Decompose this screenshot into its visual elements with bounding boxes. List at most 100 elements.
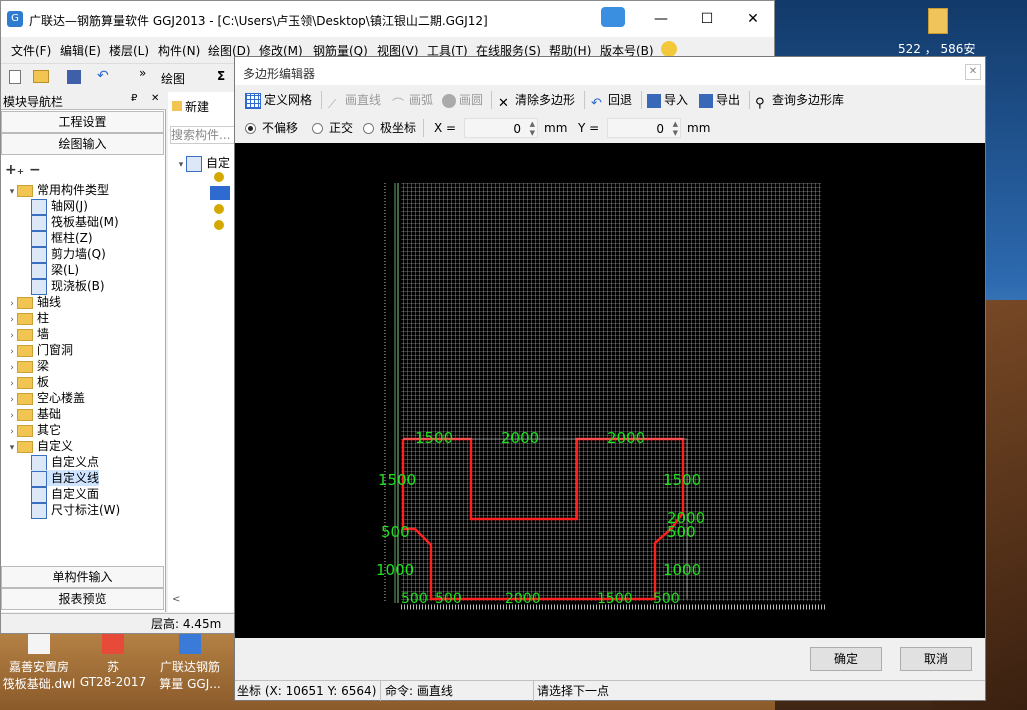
nav-report-button[interactable]: 报表预览 <box>1 588 164 610</box>
undo-icon: ↶ <box>591 95 602 111</box>
undo-icon[interactable]: ↶ <box>97 68 109 84</box>
custom-tree-root[interactable]: ▾ 自定 <box>176 154 230 172</box>
tree-folder[interactable]: › 空心楼盖 <box>7 390 85 406</box>
collapse-icon[interactable]: ▾ <box>7 184 17 200</box>
ok-button[interactable]: 确定 <box>810 647 882 671</box>
tree-label: 轴网(J) <box>51 199 88 213</box>
user-avatar-icon[interactable] <box>661 41 677 57</box>
grid-icon <box>245 92 261 109</box>
export-button[interactable]: 导出 <box>699 90 740 110</box>
tree-folder[interactable]: › 板 <box>7 374 49 390</box>
menu-file[interactable]: 文件(F) <box>11 42 51 59</box>
tree-item[interactable]: 现浇板(B) <box>31 278 105 295</box>
tree-folder[interactable]: › 梁 <box>7 358 49 374</box>
folder-icon <box>17 312 33 325</box>
dialog-title: 多边形编辑器 <box>243 67 316 81</box>
tree-folder[interactable]: › 墙 <box>7 326 49 342</box>
tree-label: 筏板基础(M) <box>51 215 119 229</box>
import-button[interactable]: 导入 <box>647 90 688 110</box>
tree-item[interactable]: 尺寸标注(W) <box>31 502 120 519</box>
desktop-icon-3[interactable]: 广联达钢筋 算量 GGJ... <box>152 632 228 692</box>
tree-item[interactable]: 轴网(J) <box>31 198 88 215</box>
tree-folder[interactable]: › 轴线 <box>7 294 61 310</box>
dim-right-chamfer-b: 500 <box>667 523 696 541</box>
toolbar-separator <box>423 119 424 137</box>
nav-draw-button[interactable]: 绘图输入 <box>1 133 164 155</box>
tree-item[interactable]: 剪力墙(Q) <box>31 246 106 263</box>
nav-close-icon[interactable]: ✕ <box>151 93 159 104</box>
tree-folder[interactable]: › 柱 <box>7 310 49 326</box>
query-library-button[interactable]: ⚲ 查询多边形库 <box>755 90 844 111</box>
component-item-icon[interactable] <box>214 172 224 182</box>
polar-radio[interactable]: 极坐标 <box>363 118 416 138</box>
expand-all-icon[interactable]: +₊ − <box>5 162 41 178</box>
component-type-icon <box>31 470 47 487</box>
title-bar: G 广联达—钢筋算量软件 GGJ2013 - [C:\Users\卢玉领\Des… <box>1 1 774 37</box>
desktop-icon-2[interactable]: 苏 GT28-2017 <box>78 632 148 689</box>
toolbar-separator <box>749 91 750 109</box>
component-type-icon <box>31 278 47 295</box>
component-item-selected[interactable] <box>210 186 230 200</box>
maximize-button[interactable]: ☐ <box>687 5 727 33</box>
close-button[interactable]: ✕ <box>733 5 773 33</box>
spinner-icon[interactable]: ▲ ▼ <box>530 120 535 138</box>
desktop-icon-label: 广联达钢筋 <box>159 660 220 674</box>
component-item-icon[interactable] <box>214 220 224 230</box>
tray-assistant-icon[interactable] <box>601 7 625 27</box>
radio-icon <box>363 123 374 134</box>
menu-edit[interactable]: 编辑(E) <box>60 42 101 59</box>
undo-button[interactable]: ↶ 回退 <box>591 90 632 111</box>
define-grid-button[interactable]: 定义网格 <box>245 90 312 110</box>
y-unit: mm <box>687 121 711 135</box>
clear-polygon-button[interactable]: ✕ 清除多边形 <box>498 90 575 111</box>
nav-setup-button[interactable]: 工程设置 <box>1 111 164 133</box>
desktop-icon-label: 算量 GGJ... <box>159 677 221 691</box>
tree-folder[interactable]: › 门窗洞 <box>7 342 73 358</box>
open-folder-icon[interactable] <box>33 70 49 83</box>
tree-item[interactable]: 自定义面 <box>31 486 99 503</box>
component-item-icon[interactable] <box>214 204 224 214</box>
nav-single-button[interactable]: 单构件输入 <box>1 566 164 588</box>
y-input[interactable]: 0 ▲ ▼ <box>607 118 681 138</box>
drawing-canvas[interactable]: 1500 2000 2000 1500 1500 500 2000 500 10… <box>235 143 985 638</box>
sum-button[interactable]: Σ <box>217 69 225 83</box>
menu-floor[interactable]: 楼层(L) <box>109 42 149 59</box>
tree-folder[interactable]: ▾ 常用构件类型 <box>7 182 109 198</box>
draw-arc-button[interactable]: ⌒ 画弧 <box>392 90 433 111</box>
pdf-icon <box>102 632 124 654</box>
minimize-button[interactable]: — <box>641 5 681 33</box>
tree-folder[interactable]: › 基础 <box>7 406 61 422</box>
component-type-icon <box>31 198 47 215</box>
toolbar-overflow-icon[interactable]: » <box>139 66 146 80</box>
dim-bottom-right2: 500 <box>653 591 680 607</box>
tree-item[interactable]: 自定义线 <box>31 470 100 487</box>
desktop-icon-1[interactable]: 嘉善安置房 筏板基础.dwl <box>0 632 78 692</box>
dialog-close-button[interactable]: ✕ <box>965 64 981 80</box>
no-offset-radio[interactable]: 不偏移 <box>245 118 298 138</box>
tree-folder[interactable]: › 其它 <box>7 422 61 438</box>
tree-folder[interactable]: ▾ 自定义 <box>7 438 73 454</box>
draw-circle-button[interactable]: 画圆 <box>442 90 483 110</box>
define-grid-label: 定义网格 <box>264 93 313 107</box>
spinner-icon[interactable]: ▲ ▼ <box>673 120 678 138</box>
tree-item[interactable]: 梁(L) <box>31 262 79 279</box>
orthogonal-radio[interactable]: 正交 <box>312 118 353 138</box>
x-input[interactable]: 0 ▲ ▼ <box>464 118 538 138</box>
desktop-folder-icon[interactable] <box>928 8 948 34</box>
collapse-icon[interactable]: ▾ <box>7 440 17 456</box>
new-component-button[interactable]: 新建 <box>172 98 209 115</box>
draw-button[interactable]: 绘图 <box>161 70 185 87</box>
tree-item[interactable]: 框柱(Z) <box>31 230 93 247</box>
scroll-left-icon[interactable]: < <box>172 594 180 605</box>
module-nav-pane: 模块导航栏 ₽ ✕ 工程设置 绘图输入 +₊ − ▾ 常用构件类型 轴网(J) 筏板基… <box>1 92 166 612</box>
draw-line-button[interactable]: ⟋ 画直线 <box>328 90 381 111</box>
save-icon[interactable] <box>67 70 81 84</box>
tree-item[interactable]: 自定义点 <box>31 454 99 471</box>
component-search-input[interactable]: 搜索构件... <box>170 126 236 144</box>
new-file-icon[interactable] <box>9 70 21 84</box>
cancel-button[interactable]: 取消 <box>900 647 972 671</box>
menu-component[interactable]: 构件(N) <box>158 42 200 59</box>
pin-icon[interactable]: ₽ <box>131 93 137 104</box>
tree-label: 梁 <box>37 359 50 373</box>
tree-item[interactable]: 筏板基础(M) <box>31 214 119 231</box>
